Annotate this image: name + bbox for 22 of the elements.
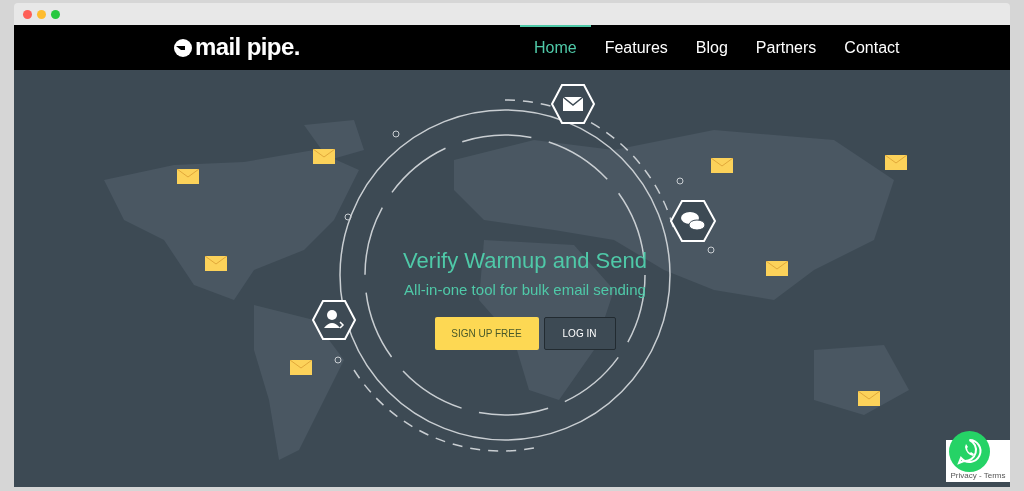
nav-link[interactable]: Partners [741,25,831,70]
user-hexagon-icon [312,298,356,342]
envelope-icon [205,256,227,271]
whatsapp-icon[interactable] [949,431,990,472]
hero-title: Verify Warmup and Send [403,247,647,275]
recaptcha-links[interactable]: Privacy - Terms [950,471,1006,480]
logo-icon [173,37,193,58]
logo-text: mail pipe. [195,34,300,61]
envelope-icon [885,155,907,170]
log-in-button[interactable]: LOG IN [543,317,616,350]
envelope-icon [290,360,312,375]
nav-link[interactable]: Blog [681,25,742,70]
envelope-hexagon-icon [551,82,595,126]
envelope-icon [711,158,733,173]
chat-bubbles-hexagon-icon [670,198,716,244]
sign-up-button[interactable]: SIGN UP FREE [434,317,539,350]
nav-link[interactable]: Features [590,25,682,70]
envelope-icon [766,261,788,276]
nav-link[interactable]: Contact [830,25,914,70]
envelope-icon [313,149,335,164]
envelope-icon [858,391,880,406]
envelope-icon [177,169,199,184]
